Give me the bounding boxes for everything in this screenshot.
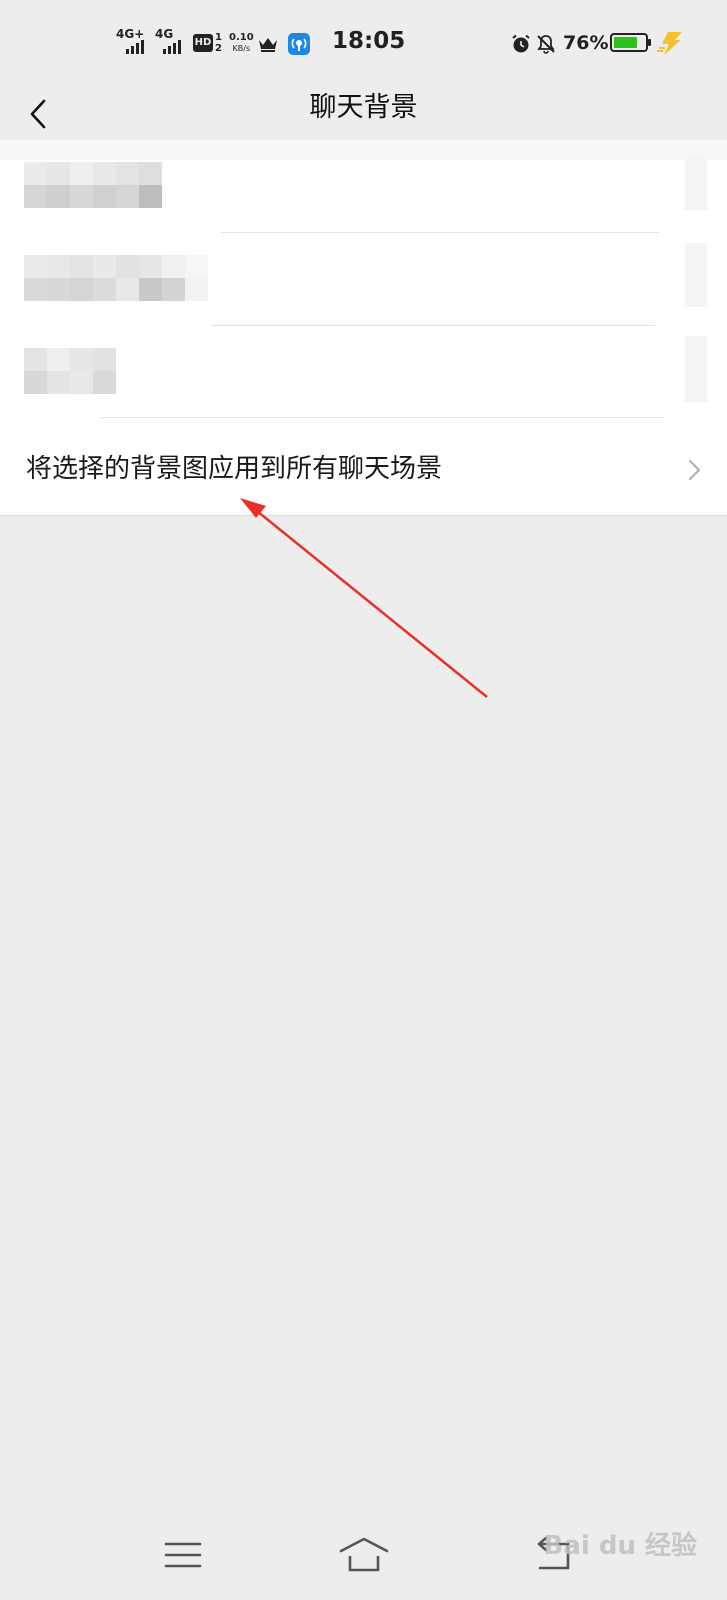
sim2-signal-icon xyxy=(163,40,181,54)
status-bar: 4G+ 4G HD 1 2 0.10 KB/s 18:05 76% xyxy=(0,0,727,88)
apply-to-all-chats-label: 将选择的背景图应用到所有聊天场景 xyxy=(26,454,443,484)
baidu-jingyan-watermark: Bai du 经验 xyxy=(543,1531,698,1561)
net-speed: 0.10 KB/s xyxy=(229,32,254,54)
net-speed-unit: KB/s xyxy=(232,44,251,53)
mute-icon xyxy=(537,35,555,54)
header-bar: 聊天背景 xyxy=(0,88,727,140)
redacted-text-2 xyxy=(24,255,208,301)
redacted-side-2 xyxy=(685,243,707,307)
charging-icon xyxy=(657,32,682,55)
redacted-setting-row-3[interactable] xyxy=(0,326,727,418)
settings-list: 将选择的背景图应用到所有聊天场景 xyxy=(0,140,727,515)
hd-sim-bottom: 2 xyxy=(215,43,222,54)
battery-icon xyxy=(610,33,651,52)
redacted-setting-row-1[interactable] xyxy=(0,140,727,232)
net-speed-value: 0.10 xyxy=(229,32,254,43)
redacted-setting-row-2[interactable] xyxy=(0,233,727,325)
divider xyxy=(100,417,665,418)
redacted-side-3 xyxy=(685,336,707,402)
app-notification-icon xyxy=(288,33,310,55)
battery-level-fill xyxy=(614,37,637,48)
redacted-side-1 xyxy=(685,156,707,210)
redacted-text-3 xyxy=(24,348,116,394)
apply-to-all-chats-row[interactable]: 将选择的背景图应用到所有聊天场景 xyxy=(0,423,727,515)
page-title: 聊天背景 xyxy=(309,92,418,123)
status-time: 18:05 xyxy=(332,28,406,54)
hd-sim-indicator: 1 2 xyxy=(215,32,222,54)
sim2-network-label: 4G xyxy=(155,27,174,41)
hd-sim-top: 1 xyxy=(215,32,222,43)
hd-voice-icon: HD xyxy=(193,34,213,52)
sim1-signal-icon xyxy=(126,40,144,54)
home-icon[interactable] xyxy=(338,1530,390,1580)
menu-icon[interactable] xyxy=(158,1530,208,1580)
battery-percent: 76% xyxy=(563,32,609,54)
sim1-network-label: 4G+ xyxy=(116,27,145,41)
crown-icon xyxy=(259,38,277,52)
alarm-icon xyxy=(512,34,530,53)
chevron-right-icon xyxy=(688,459,701,481)
list-bottom-border xyxy=(0,515,727,516)
redacted-text-1 xyxy=(24,162,162,208)
